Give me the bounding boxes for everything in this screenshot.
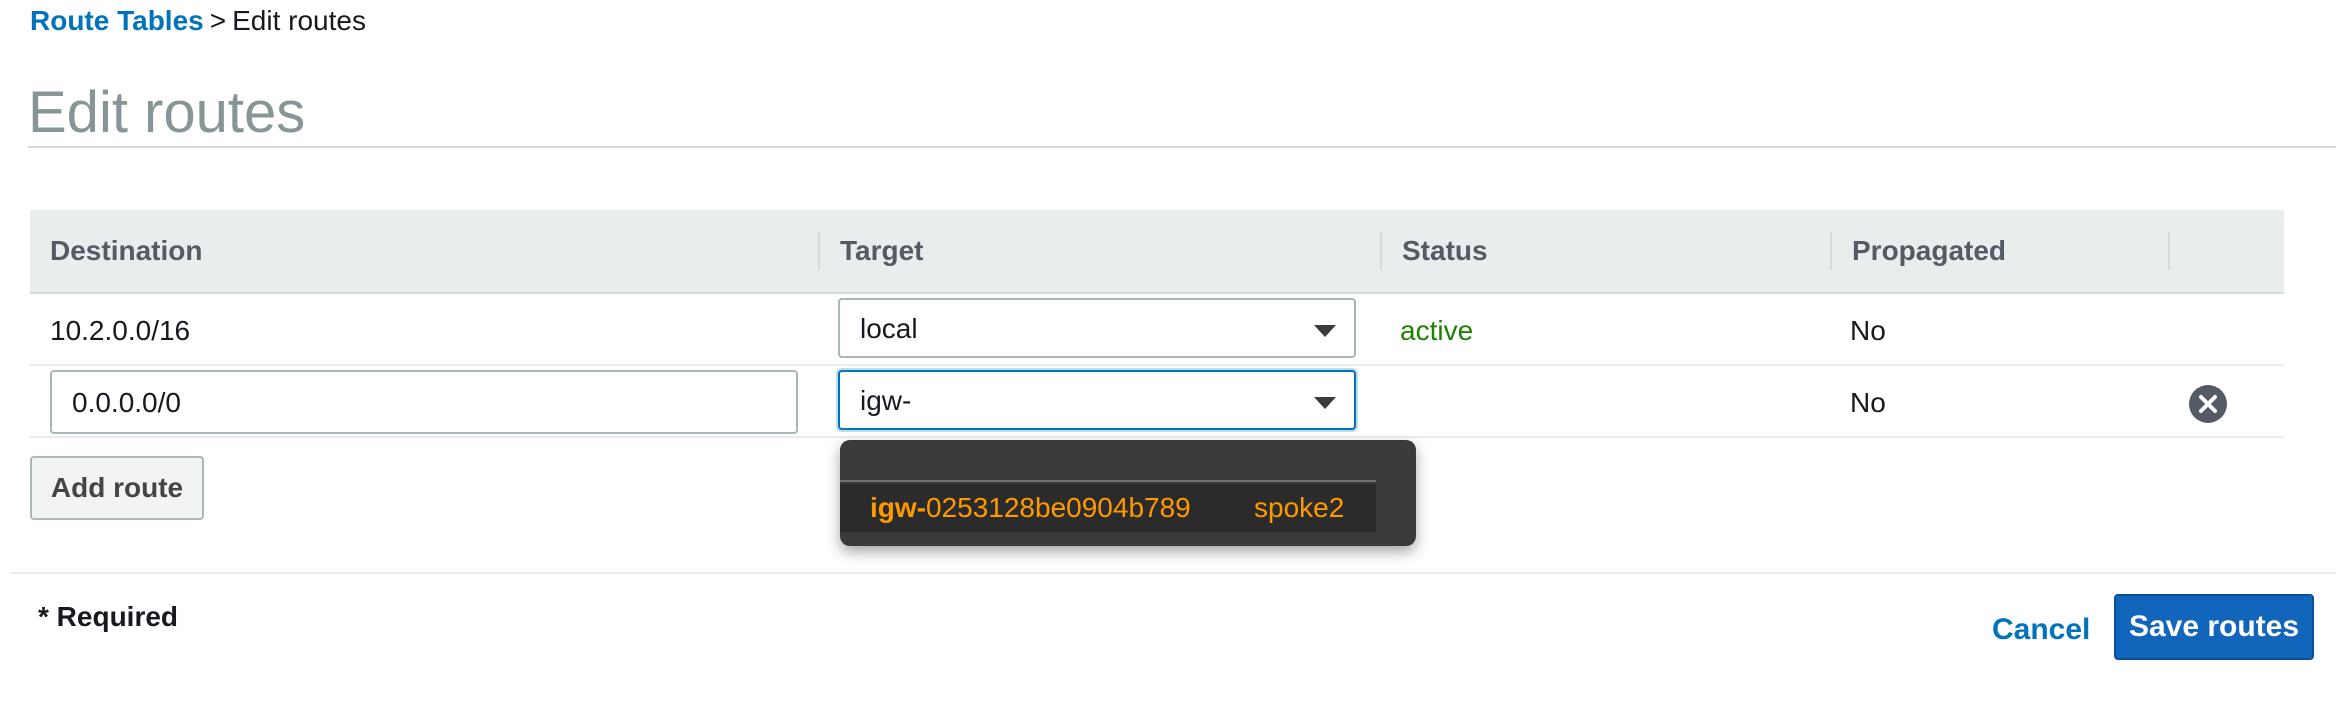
save-routes-button[interactable]: Save routes: [2114, 594, 2314, 660]
target-select-value: igw-: [860, 385, 912, 416]
column-header-target: Target: [840, 235, 924, 266]
column-divider: [1380, 232, 1382, 270]
row-divider: [30, 436, 2284, 438]
target-suggestions-dropdown: igw-0253128be0904b789 spoke2: [840, 440, 1416, 546]
caret-down-icon: [1314, 325, 1336, 337]
option-id-rest: 0253128be0904b789: [926, 492, 1191, 523]
column-header-status: Status: [1402, 235, 1488, 266]
row-divider: [30, 364, 2284, 366]
route-destination: 10.2.0.0/16: [50, 315, 191, 346]
column-header-propagated: Propagated: [1852, 235, 2007, 266]
destination-input[interactable]: 0.0.0.0/0: [50, 370, 798, 434]
target-select-active[interactable]: igw-: [838, 370, 1356, 430]
route-propagated: No: [1850, 387, 1886, 418]
route-propagated: No: [1850, 315, 1886, 346]
destination-input-value: 0.0.0.0/0: [72, 387, 181, 418]
option-name: spoke2: [1254, 492, 1345, 523]
breadcrumb-current: Edit routes: [232, 5, 366, 36]
add-route-button[interactable]: Add route: [30, 456, 204, 520]
breadcrumb: Route Tables > Edit routes: [30, 4, 366, 38]
column-divider: [818, 232, 820, 270]
dropdown-option[interactable]: igw-0253128be0904b789 spoke2: [840, 484, 1376, 532]
required-note: * Required: [38, 601, 179, 632]
title-divider: [28, 146, 2336, 148]
target-select-value: local: [860, 313, 918, 344]
target-select[interactable]: local: [838, 298, 1356, 358]
footer-divider: [10, 572, 2336, 574]
routes-table-header: Destination Target Status Propagated: [30, 210, 2284, 294]
column-divider: [1830, 232, 1832, 270]
breadcrumb-separator: >: [209, 5, 227, 36]
remove-circle-icon[interactable]: [2189, 385, 2227, 423]
option-id: igw-0253128be0904b789: [870, 491, 1191, 525]
dropdown-divider: [840, 480, 1376, 482]
cancel-button[interactable]: Cancel: [1992, 612, 2090, 648]
option-id-prefix: igw-: [870, 492, 926, 523]
column-header-destination: Destination: [50, 235, 203, 266]
breadcrumb-route-tables-link[interactable]: Route Tables: [30, 5, 204, 36]
caret-down-icon: [1314, 397, 1336, 409]
page-title: Edit routes: [28, 80, 306, 145]
route-status: active: [1400, 315, 1474, 346]
column-divider: [2168, 232, 2170, 270]
